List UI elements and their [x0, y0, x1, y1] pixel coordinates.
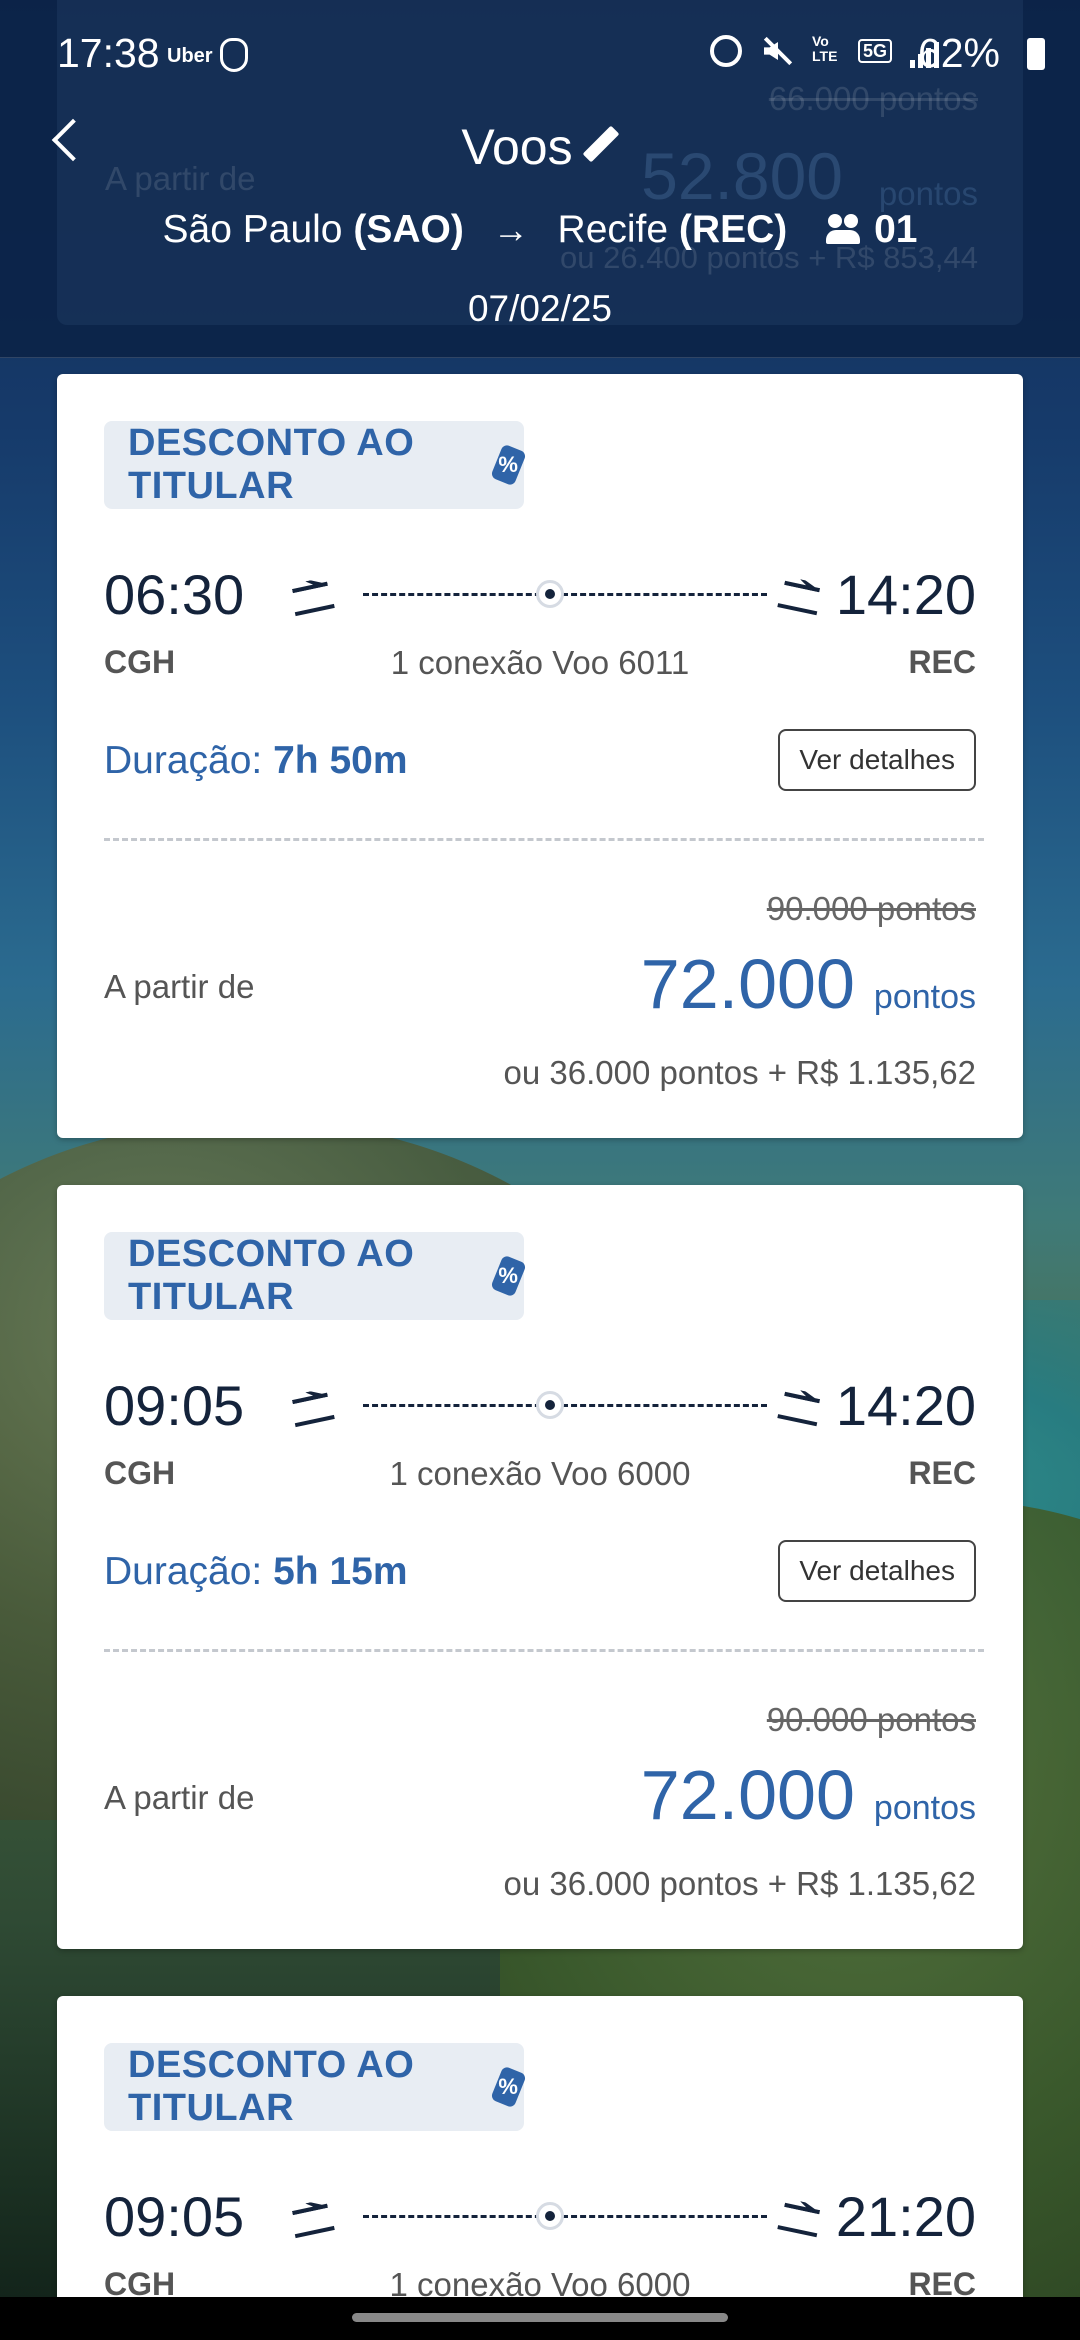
takeoff-icon: [287, 568, 338, 616]
connection-dot: [536, 2202, 564, 2230]
discounted-price: 72.000 pontos: [641, 944, 976, 1024]
duration-label: Duração:: [104, 739, 263, 782]
discount-badge: DESCONTO AO TITULAR: [104, 421, 524, 509]
takeoff-icon: [287, 2190, 338, 2238]
route-line: [363, 1404, 767, 1407]
arrival-time: 21:20: [835, 2185, 976, 2248]
details-button[interactable]: Ver detalhes: [778, 1540, 976, 1602]
page-title[interactable]: Voos: [0, 118, 1080, 176]
connection-info: 1 conexão Voo 6011: [390, 644, 690, 681]
discount-icon: [493, 1255, 524, 1297]
from-label: A partir de: [104, 1779, 255, 1816]
arrival-time: 14:20: [835, 563, 976, 626]
departure-time: 09:05: [104, 1374, 245, 1437]
5g-icon: 5G: [858, 39, 892, 63]
original-price: 90.000 pontos: [766, 890, 976, 927]
flight-duration: Duração: 5h 15m: [104, 1550, 408, 1594]
page-title-text: Voos: [461, 119, 573, 175]
discount-badge: DESCONTO AO TITULAR: [104, 1232, 524, 1320]
takeoff-icon: [287, 1379, 338, 1427]
flight-card[interactable]: DESCONTO AO TITULAR 06:30 14:20 CGH 1 co…: [57, 374, 1023, 1138]
mixed-price: ou 36.000 pontos + R$ 1.135,62: [503, 1054, 976, 1091]
destination-city: Recife: [557, 208, 669, 251]
discount-badge-label: DESCONTO AO TITULAR: [128, 1233, 415, 1318]
original-price: 90.000 pontos: [766, 1701, 976, 1738]
destination-airport: REC: [908, 644, 976, 680]
route-line: [363, 2215, 767, 2218]
discount-icon: [493, 2066, 524, 2108]
passengers-icon: [826, 214, 866, 244]
duration-value: 7h 50m: [273, 739, 408, 782]
status-app-label: Uber: [167, 45, 213, 67]
origin-code: (SAO): [353, 208, 464, 251]
details-button[interactable]: Ver detalhes: [778, 729, 976, 791]
notification-app-icon: [220, 38, 248, 72]
mixed-price: ou 36.000 pontos + R$ 1.135,62: [503, 1865, 976, 1902]
battery-icon: [1027, 38, 1045, 70]
arrival-time: 14:20: [835, 1374, 976, 1437]
status-icons: Vo LTE 5G: [710, 34, 940, 68]
system-navigation-bar: [0, 2297, 1080, 2340]
discount-badge-label: DESCONTO AO TITULAR: [128, 2044, 415, 2129]
connection-dot: [536, 1391, 564, 1419]
departure-time: 09:05: [104, 2185, 245, 2248]
from-label: A partir de: [104, 968, 255, 1005]
mute-icon: [760, 34, 794, 68]
divider: [104, 838, 984, 841]
price-unit: pontos: [873, 978, 976, 1016]
app-header: 66.000 pontos A partir de 52.800 pontos …: [0, 0, 1080, 358]
travel-date: 07/02/25: [467, 288, 613, 329]
price-value: 72.000: [640, 1756, 855, 1834]
departure-time: 06:30: [104, 563, 245, 626]
discount-badge: DESCONTO AO TITULAR: [104, 2043, 524, 2131]
price-value: 72.000: [640, 945, 855, 1023]
connection-dot: [536, 580, 564, 608]
discounted-price: 72.000 pontos: [641, 1755, 976, 1835]
status-bar: 17:38 Uber Vo LTE 5G 62%: [0, 0, 1080, 110]
pencil-icon[interactable]: [583, 126, 619, 162]
flight-card[interactable]: DESCONTO AO TITULAR 09:05 14:20 CGH 1 co…: [57, 1185, 1023, 1949]
divider: [104, 1649, 984, 1652]
alarm-icon: [710, 35, 742, 67]
landing-icon: [777, 2190, 828, 2238]
route-line: [363, 593, 767, 596]
duration-label: Duração:: [104, 1550, 263, 1593]
volte-icon: Vo LTE: [812, 33, 838, 64]
duration-value: 5h 15m: [273, 1550, 408, 1593]
destination-airport: REC: [908, 1455, 976, 1491]
status-time: 17:38: [57, 30, 160, 76]
connection-info: 1 conexão Voo 6000: [389, 1455, 691, 1492]
destination-code: (REC): [678, 208, 788, 251]
landing-icon: [777, 568, 828, 616]
arrow-right-icon: →: [492, 209, 529, 250]
discount-badge-label: DESCONTO AO TITULAR: [128, 422, 415, 507]
flight-duration: Duração: 7h 50m: [104, 739, 408, 783]
home-gesture-handle[interactable]: [352, 2313, 728, 2322]
origin-city: São Paulo: [162, 208, 343, 251]
flight-card[interactable]: DESCONTO AO TITULAR 09:05 21:20 CGH 1 co…: [57, 1996, 1023, 2340]
passenger-count: 01: [874, 208, 918, 251]
route-summary: São Paulo (SAO) → Recife (REC) 01: [0, 208, 1080, 252]
landing-icon: [777, 1379, 828, 1427]
battery-percent: 62%: [917, 30, 1000, 76]
discount-icon: [493, 444, 524, 486]
price-unit: pontos: [873, 1789, 976, 1827]
